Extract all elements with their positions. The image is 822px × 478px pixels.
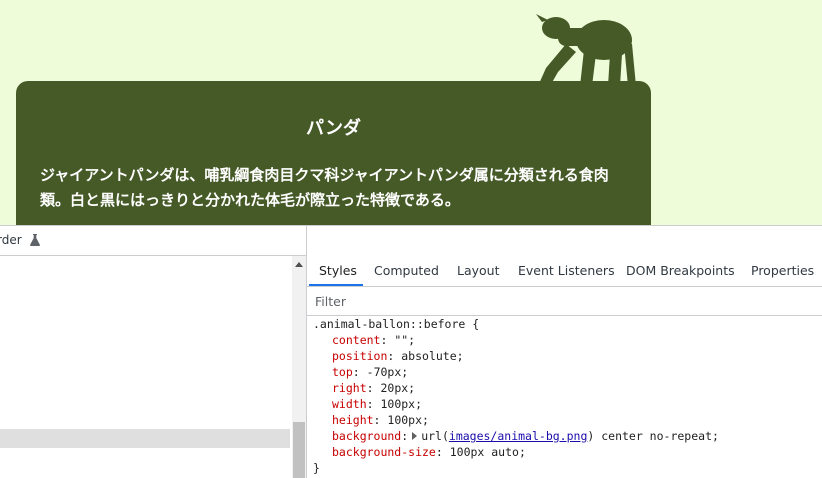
elements-scrollbar[interactable] bbox=[292, 256, 306, 478]
property-name[interactable]: position bbox=[332, 349, 387, 363]
filter-bar bbox=[307, 287, 822, 316]
tab-styles[interactable]: Styles bbox=[319, 263, 357, 278]
elements-tree[interactable] bbox=[0, 256, 292, 478]
tab-properties[interactable]: Properties bbox=[751, 263, 814, 278]
rule-selector[interactable]: .animal-ballon::before { bbox=[307, 316, 822, 332]
tab-computed[interactable]: Computed bbox=[374, 263, 439, 278]
toolbar-label: rder bbox=[0, 233, 22, 247]
page-viewport: パンダ ジャイアントパンダは、哺乳綱食肉目クマ科ジャイアントパンダ属に分類される… bbox=[0, 0, 822, 225]
flask-icon[interactable] bbox=[30, 234, 40, 246]
balloon-description: ジャイアントパンダは、哺乳綱食肉目クマ科ジャイアントパンダ属に分類される食肉類。… bbox=[40, 166, 609, 209]
css-rule: .animal-ballon::before { content: ""; po… bbox=[307, 316, 822, 476]
declaration-background[interactable]: background: url(images/animal-bg.png) cen… bbox=[307, 428, 822, 444]
declaration-position[interactable]: position: absolute; bbox=[307, 348, 822, 364]
tab-layout[interactable]: Layout bbox=[457, 263, 500, 278]
active-tab-indicator bbox=[309, 284, 363, 286]
scroll-up-arrow-icon[interactable] bbox=[295, 262, 303, 267]
property-name[interactable]: background bbox=[332, 429, 401, 443]
property-value[interactable]: 100px; bbox=[387, 413, 429, 427]
declaration-background-size[interactable]: background-size: 100px auto; bbox=[307, 444, 822, 460]
expand-triangle-icon[interactable] bbox=[412, 432, 418, 440]
scrollbar-thumb[interactable] bbox=[293, 422, 305, 478]
declaration-content[interactable]: content: ""; bbox=[307, 332, 822, 348]
property-name[interactable]: width bbox=[332, 397, 367, 411]
animal-balloon: パンダ ジャイアントパンダは、哺乳綱食肉目クマ科ジャイアントパンダ属に分類される… bbox=[16, 81, 651, 225]
styles-sidebar: Styles Computed Layout Event Listeners D… bbox=[307, 226, 822, 478]
balloon-title: パンダ bbox=[306, 118, 361, 139]
devtools-panel: rder Styles Computed Layout Event Listen… bbox=[0, 225, 822, 478]
lemur-silhouette-icon bbox=[536, 14, 636, 86]
sidebar-tabs: Styles Computed Layout Event Listeners D… bbox=[307, 255, 822, 287]
property-value[interactable]: absolute; bbox=[401, 349, 463, 363]
property-name[interactable]: content bbox=[332, 333, 380, 347]
property-name[interactable]: background-size bbox=[332, 445, 436, 459]
elements-toolbar: rder bbox=[0, 226, 307, 256]
property-name[interactable]: right bbox=[332, 381, 367, 395]
tab-dom-breakpoints[interactable]: DOM Breakpoints bbox=[626, 263, 735, 278]
property-value-prefix: url( bbox=[421, 429, 449, 443]
declaration-height[interactable]: height: 100px; bbox=[307, 412, 822, 428]
property-value[interactable]: -70px; bbox=[367, 365, 409, 379]
declaration-top[interactable]: top: -70px; bbox=[307, 364, 822, 380]
tab-event-listeners[interactable]: Event Listeners bbox=[518, 263, 615, 278]
selected-node-row[interactable] bbox=[0, 429, 290, 448]
rule-close-brace: } bbox=[313, 461, 320, 475]
image-url-link[interactable]: images/animal-bg.png bbox=[449, 429, 587, 443]
property-value-suffix: ) center no-repeat; bbox=[587, 429, 719, 443]
filter-input[interactable] bbox=[311, 291, 619, 311]
property-value[interactable]: 100px; bbox=[380, 397, 422, 411]
property-name[interactable]: top bbox=[332, 365, 353, 379]
declaration-width[interactable]: width: 100px; bbox=[307, 396, 822, 412]
property-name[interactable]: height bbox=[332, 413, 374, 427]
property-value[interactable]: 100px auto; bbox=[450, 445, 526, 459]
property-value[interactable]: ""; bbox=[394, 333, 415, 347]
declaration-right[interactable]: right: 20px; bbox=[307, 380, 822, 396]
property-value[interactable]: 20px; bbox=[380, 381, 415, 395]
